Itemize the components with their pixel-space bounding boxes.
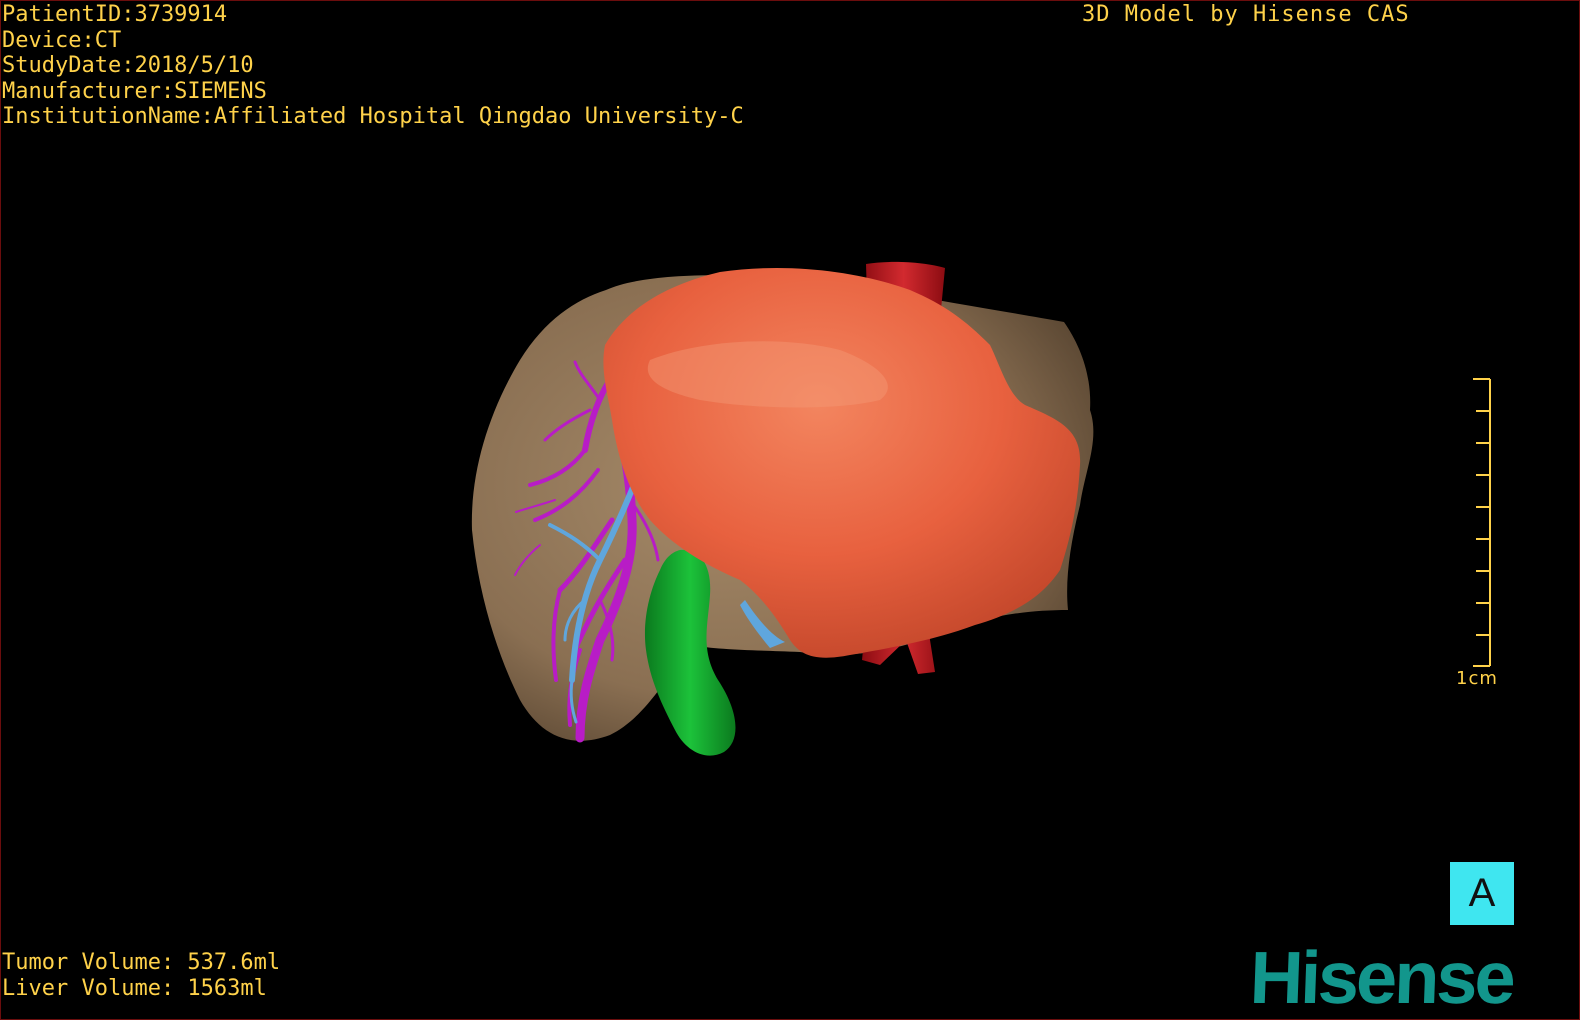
study-date-text: StudyDate:2018/5/10 [2, 53, 254, 78]
volume-overlay: Tumor Volume: 537.6ml Liver Volume: 1563… [2, 950, 280, 1002]
institution-text: InstitutionName:Affiliated Hospital Qing… [2, 104, 744, 129]
hisense-logo: Hisense [1248, 936, 1515, 1019]
scale-bar [1473, 378, 1491, 667]
liver-3d-model[interactable] [0, 0, 1580, 1020]
scale-label: 1cm [1456, 668, 1498, 689]
dicom-info-overlay: PatientID:3739914 Device:CT StudyDate:20… [2, 2, 744, 130]
tumor-volume-text: Tumor Volume: 537.6ml [2, 950, 281, 975]
manufacturer-text: Manufacturer:SIEMENS [2, 78, 267, 104]
liver-volume-text: Liver Volume: 1563ml [2, 976, 267, 1001]
device-text: Device:CT [2, 27, 122, 53]
3d-viewport[interactable] [0, 0, 1580, 1020]
model-credit-text: 3D Model by Hisense CAS [1082, 2, 1410, 27]
patient-id-text: PatientID:3739914 [2, 2, 228, 27]
orientation-indicator-button[interactable]: A [1450, 862, 1514, 925]
